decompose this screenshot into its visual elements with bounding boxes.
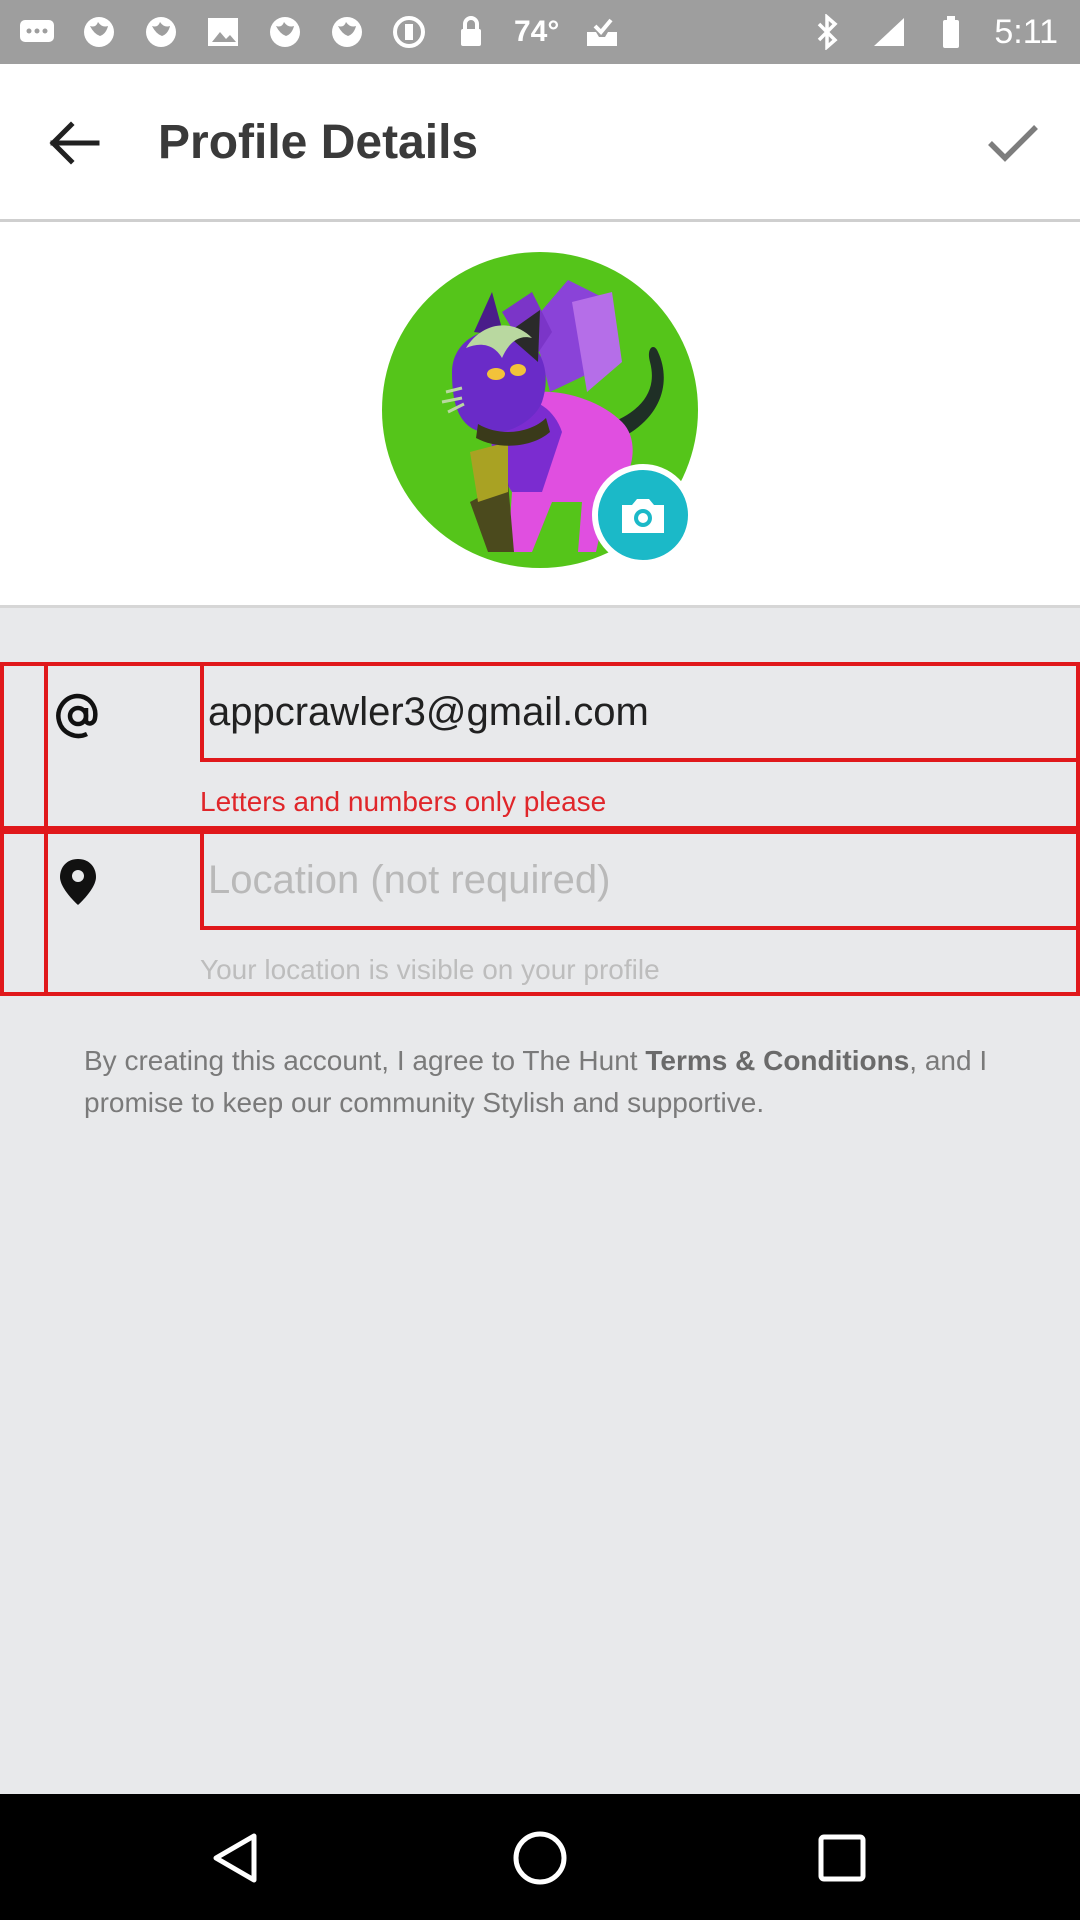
location-row-gutter	[4, 834, 48, 992]
change-photo-button[interactable]	[592, 464, 694, 566]
nav-back-button[interactable]	[200, 1822, 272, 1894]
globe-icon	[328, 14, 366, 50]
globe-icon	[80, 14, 118, 50]
lock-icon	[452, 14, 490, 50]
confirm-button[interactable]	[976, 108, 1050, 178]
inbox-icon	[583, 14, 621, 50]
email-value: appcrawler3@gmail.com	[208, 690, 649, 734]
temperature-text: 74°	[514, 15, 560, 48]
messages-icon	[18, 14, 56, 50]
battery-icon	[932, 14, 970, 50]
image-icon	[204, 14, 242, 50]
circle-icon	[390, 14, 428, 50]
email-row: appcrawler3@gmail.com Letters and number…	[0, 662, 1080, 830]
page-title: Profile Details	[158, 116, 479, 169]
back-button[interactable]	[38, 108, 108, 178]
location-field[interactable]: Location (not required)	[200, 830, 1080, 930]
system-nav-bar	[0, 1794, 1080, 1920]
email-field[interactable]: appcrawler3@gmail.com	[200, 662, 1080, 762]
globe-icon	[266, 14, 304, 50]
location-row: Location (not required) Your location is…	[0, 830, 1080, 996]
avatar-section	[0, 222, 1080, 608]
status-bar-left: 74°	[18, 14, 621, 50]
clock-text: 5:11	[994, 12, 1058, 51]
signal-icon	[870, 14, 908, 50]
email-error-text: Letters and numbers only please	[200, 786, 607, 817]
email-row-gutter	[4, 666, 48, 826]
bluetooth-icon	[808, 14, 846, 50]
terms-link[interactable]: Terms & Conditions	[645, 1045, 909, 1076]
arrow-left-icon	[49, 121, 100, 165]
recents-square-icon	[818, 1834, 866, 1882]
home-circle-icon	[513, 1831, 567, 1885]
terms-text: By creating this account, I agree to The…	[84, 1040, 1054, 1124]
app-bar: Profile Details	[0, 64, 1080, 222]
back-triangle-icon	[213, 1833, 257, 1883]
location-placeholder: Location (not required)	[208, 858, 611, 902]
terms-prefix: By creating this account, I agree to The…	[84, 1045, 646, 1076]
status-bar: 74° 5:11	[0, 0, 1080, 64]
location-pin-icon	[52, 856, 104, 908]
status-bar-right: 5:11	[808, 12, 1058, 51]
check-icon	[988, 125, 1038, 162]
globe-icon	[142, 14, 180, 50]
location-helper-text: Your location is visible on your profile	[200, 954, 660, 985]
camera-icon	[622, 499, 664, 533]
nav-home-button[interactable]	[504, 1822, 576, 1894]
at-icon	[52, 690, 104, 742]
nav-recents-button[interactable]	[806, 1822, 878, 1894]
